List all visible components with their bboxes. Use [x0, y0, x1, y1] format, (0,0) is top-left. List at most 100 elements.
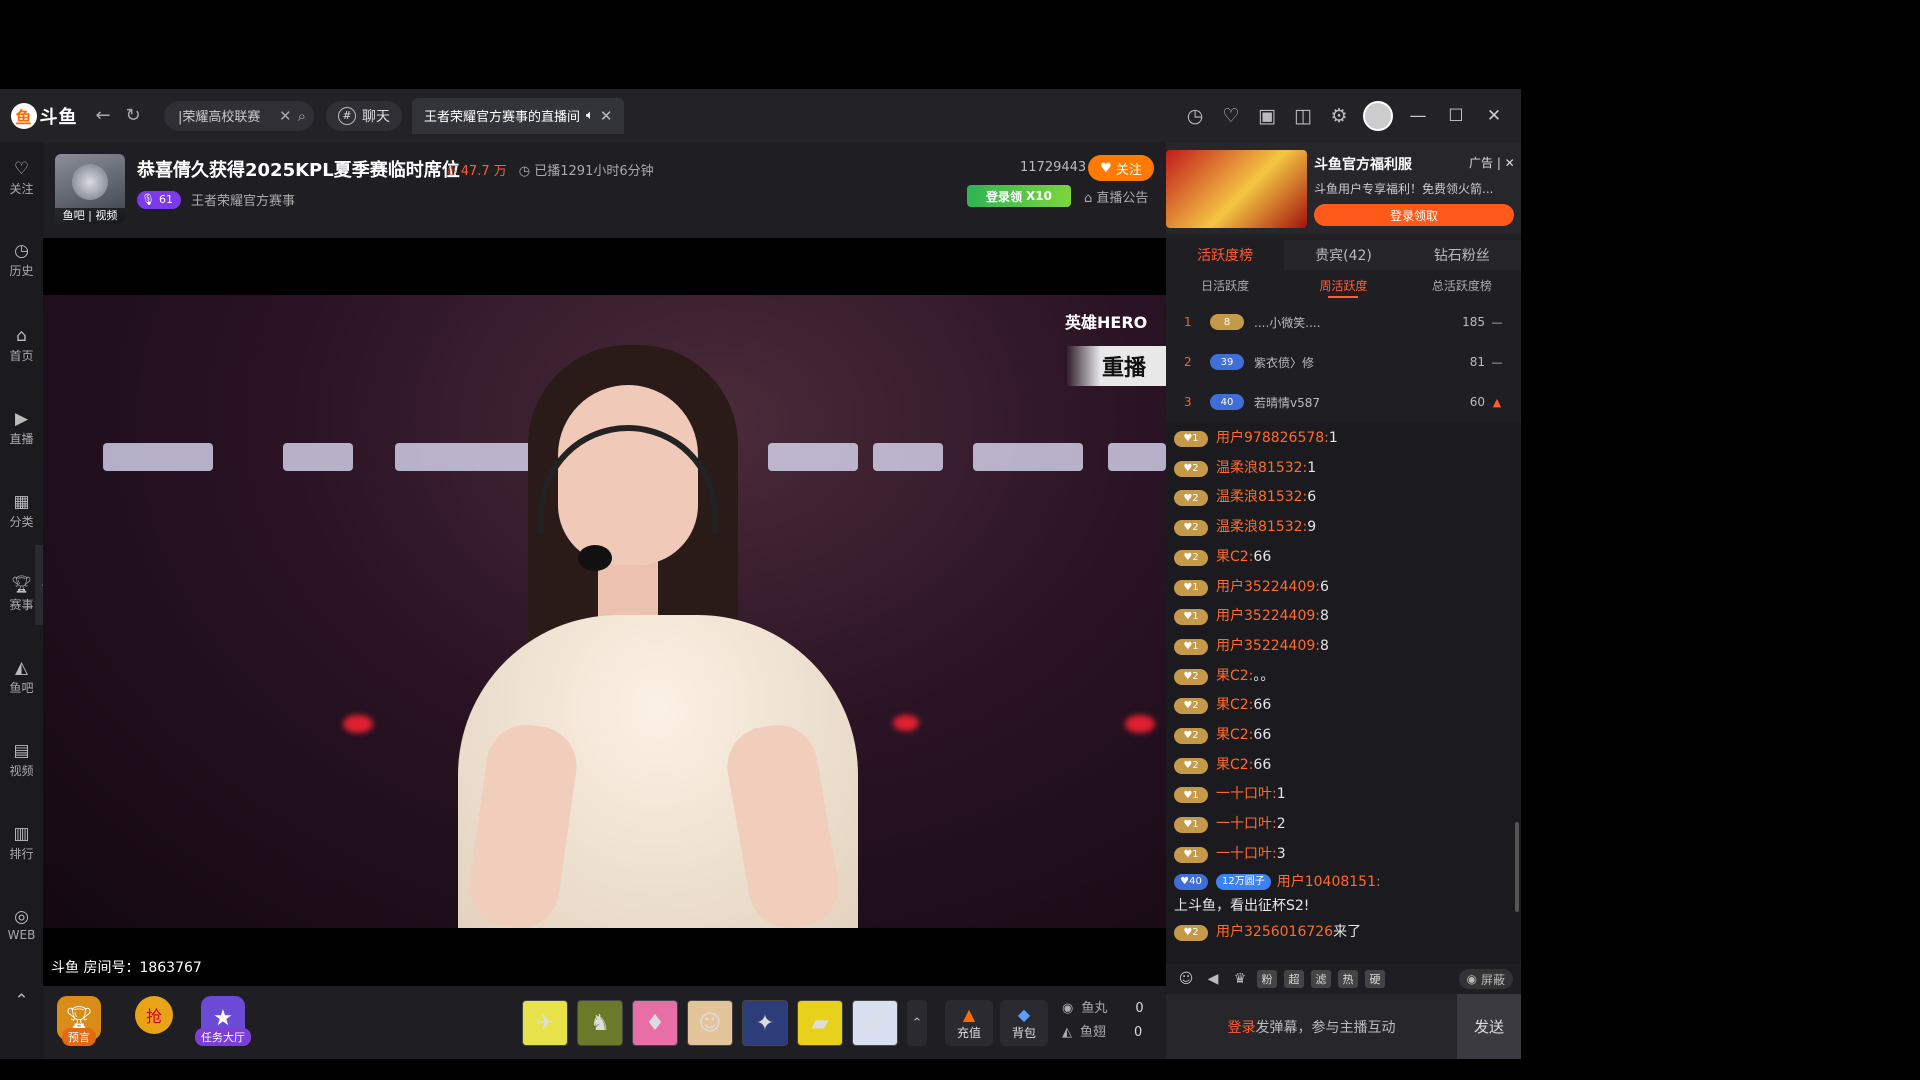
rail-item-video[interactable]: ▤ 视频	[0, 742, 43, 779]
chat-message[interactable]: ♥ 1 用户35224409: 8	[1174, 602, 1513, 632]
chat-user-name[interactable]: 用户10408151:	[1277, 870, 1381, 894]
chat-user-name[interactable]: 用户35224409:	[1216, 573, 1320, 603]
predict-button[interactable]: 🏆︎ 预言	[57, 996, 101, 1046]
tab-diamond-fans[interactable]: 钻石粉丝	[1402, 240, 1521, 270]
chat-message[interactable]: ♥ 1 用户35224409: 6	[1174, 573, 1513, 603]
tool-fans[interactable]: 粉	[1257, 970, 1277, 988]
history-icon[interactable]: ◷	[1183, 104, 1207, 128]
chat-user-name[interactable]: 温柔浪81532:	[1216, 513, 1307, 543]
refresh-icon[interactable]: ↻	[118, 101, 148, 131]
rank-row[interactable]: 2 39 紫衣偾〉修 81 —	[1166, 342, 1521, 382]
heart-icon[interactable]: ♡	[1219, 104, 1243, 128]
chat-message[interactable]: ♥ 2 温柔浪81532: 1	[1174, 454, 1513, 484]
rail-item-history[interactable]: ◷ 历史	[0, 242, 43, 279]
chat-message[interactable]: ♥ 2 果C2: 66	[1174, 751, 1513, 781]
anchor-name[interactable]: 王者荣耀官方赛事	[191, 190, 295, 209]
chat-message[interactable]: ♥ 2 温柔浪81532: 9	[1174, 513, 1513, 543]
chat-user-name[interactable]: 用户35224409:	[1216, 602, 1320, 632]
chat-message[interactable]: ♥ 1 用户978826578: 1	[1174, 424, 1513, 454]
tool-hot[interactable]: 热	[1338, 970, 1358, 988]
chat-message[interactable]: ♥ 1 一十口叶: 3	[1174, 840, 1513, 870]
follow-button[interactable]: ♥ 关注	[1088, 155, 1154, 181]
chat-message[interactable]: ♥ 1 一十口叶: 1	[1174, 780, 1513, 810]
recharge-button[interactable]: ▲ 充值	[945, 1000, 993, 1046]
chat-user-name[interactable]: 果C2:	[1216, 543, 1253, 573]
rail-item-home[interactable]: ⌂ 首页	[0, 327, 43, 364]
subtab-weekly[interactable]: 周活跃度	[1284, 270, 1402, 300]
grab-button[interactable]: 抢	[135, 996, 173, 1034]
chat-user-name[interactable]: 一十口叶:	[1216, 780, 1277, 810]
gift-item[interactable]: ☺	[687, 1000, 733, 1046]
minimize-icon[interactable]: —	[1405, 103, 1431, 129]
crown-icon[interactable]: ♛	[1230, 969, 1250, 989]
send-button[interactable]: 发送	[1457, 994, 1521, 1059]
settings-icon[interactable]: ⚙	[1327, 104, 1351, 128]
calendar-icon[interactable]: ▣	[1255, 104, 1279, 128]
close-icon[interactable]: ✕	[1501, 156, 1515, 170]
close-icon[interactable]: ✕	[600, 107, 613, 125]
chat-login-link[interactable]: 登录	[1228, 1017, 1256, 1037]
chat-input[interactable]: 登录 发弹幕，参与主播互动	[1166, 994, 1457, 1059]
chat-user-name[interactable]: 果C2:	[1216, 751, 1253, 781]
chat-user-name[interactable]: 果C2:	[1216, 691, 1253, 721]
chat-message[interactable]: ♥ 2 温柔浪81532: 6	[1174, 483, 1513, 513]
back-icon[interactable]: ←	[88, 101, 118, 131]
rank-row[interactable]: 3 40 若晴情v587 60 ▲	[1166, 382, 1521, 422]
chat-message[interactable]: ♥ 40 12 万圆子 用户10408151: 上斗鱼，看出征杯S2!	[1174, 870, 1513, 918]
chat-message-list[interactable]: ♥ 1 用户978826578: 1 ♥ 2 温柔浪81532: 1 ♥ 2 温柔浪81532: 6 ♥…	[1166, 422, 1521, 964]
chat-message[interactable]: ♥ 2 果C2: 66	[1174, 691, 1513, 721]
chat-user-name[interactable]: 用户3256016726	[1216, 918, 1333, 948]
message-icon[interactable]: ◫	[1291, 104, 1315, 128]
live-room-tab[interactable]: 王者荣耀官方赛事的直播间 🔈︎ ✕	[412, 97, 625, 134]
ad-login-button[interactable]: 登录领取	[1314, 204, 1514, 226]
chat-user-name[interactable]: 果C2:	[1216, 662, 1253, 692]
chat-user-name[interactable]: 一十口叶:	[1216, 810, 1277, 840]
user-avatar[interactable]	[1363, 100, 1393, 131]
douyu-logo[interactable]: 鱼 斗鱼	[0, 89, 88, 142]
room-avatar[interactable]: 鱼吧 | 视频	[55, 154, 125, 224]
gift-item[interactable]: ✦	[742, 1000, 788, 1046]
chat-user-name[interactable]: 用户978826578:	[1216, 424, 1329, 454]
rail-expand-button[interactable]: ⌃	[0, 992, 43, 1012]
chat-user-name[interactable]: 果C2:	[1216, 721, 1253, 751]
rail-item-category[interactable]: ▦ 分类	[0, 493, 43, 530]
chat-tab[interactable]: # 聊天	[326, 100, 402, 131]
emoji-icon[interactable]: ☺	[1176, 969, 1196, 989]
maximize-icon[interactable]: ☐	[1443, 103, 1469, 129]
search-tab[interactable]: |荣耀高校联赛 ✕ ⌕	[164, 100, 314, 131]
rail-item-fishbar[interactable]: ◭ 鱼吧	[0, 659, 43, 696]
rail-item-web[interactable]: ◎ WEB	[0, 908, 43, 942]
gift-item[interactable]: ▰	[797, 1000, 843, 1046]
window-close-icon[interactable]: ✕	[1481, 103, 1507, 129]
chat-user-name[interactable]: 一十口叶:	[1216, 840, 1277, 870]
rail-item-live[interactable]: ▶ 直播	[0, 410, 43, 447]
avatar-tag[interactable]: 鱼吧 | 视频	[55, 208, 125, 224]
video-player[interactable]: 英雄HERO 重播 斗鱼 房间号：1863767	[43, 238, 1166, 986]
tab-activity-rank[interactable]: 活跃度榜	[1166, 240, 1285, 270]
chat-message[interactable]: ♥ 1 用户35224409: 8	[1174, 632, 1513, 662]
chat-message[interactable]: ♥ 2 果C2: 66	[1174, 543, 1513, 573]
live-notice-link[interactable]: ⌂ 直播公告	[1084, 187, 1148, 206]
search-icon[interactable]: ⌕	[298, 107, 306, 125]
close-icon[interactable]: ✕	[279, 107, 292, 125]
tool-filter[interactable]: 滤	[1311, 970, 1331, 988]
backpack-button[interactable]: ◆ 背包	[1000, 1000, 1048, 1046]
chat-user-name[interactable]: 用户35224409:	[1216, 632, 1320, 662]
chat-message[interactable]: ♥ 2 果C2:。。	[1174, 662, 1513, 692]
shield-button[interactable]: ◉ 屏蔽	[1458, 969, 1513, 989]
gift-item[interactable]: ♞	[577, 1000, 623, 1046]
task-hall-button[interactable]: ★ 任务大厅	[195, 996, 251, 1046]
tab-vip[interactable]: 贵宾(42)	[1284, 240, 1403, 270]
ad-banner[interactable]: 斗鱼官方福利服 广告 | ✕ 斗鱼用户专享福利！免费领火箭... 登录领取	[1166, 142, 1521, 234]
tool-hard[interactable]: 硬	[1365, 970, 1385, 988]
rail-item-follow[interactable]: ♡ 关注	[0, 160, 43, 197]
chat-user-name[interactable]: 温柔浪81532:	[1216, 483, 1307, 513]
login-promo-badge[interactable]: 登录领 X10	[967, 185, 1071, 207]
subtab-total[interactable]: 总活跃度榜	[1403, 270, 1521, 300]
chat-message[interactable]: ♥ 2 果C2: 66	[1174, 721, 1513, 751]
gift-item[interactable]: ♦	[632, 1000, 678, 1046]
subtab-daily[interactable]: 日活跃度	[1166, 270, 1284, 300]
ad-image[interactable]	[1166, 150, 1307, 228]
chat-user-name[interactable]: 温柔浪81532:	[1216, 454, 1307, 484]
chat-scrollbar[interactable]	[1515, 822, 1519, 912]
